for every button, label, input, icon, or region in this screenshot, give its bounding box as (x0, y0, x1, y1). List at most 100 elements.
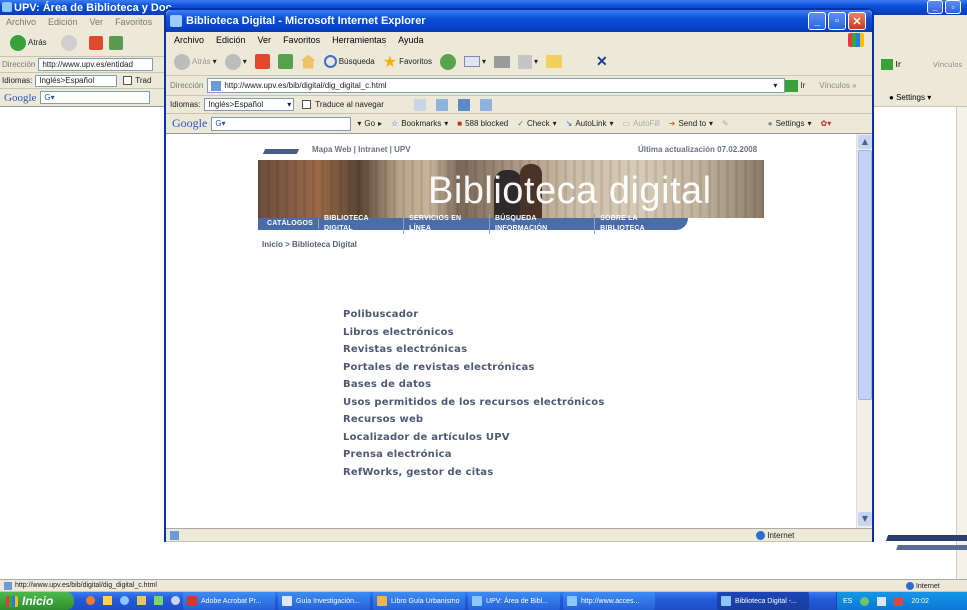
mail-button[interactable]: ▾ (463, 56, 486, 67)
bg-address-input[interactable]: http://www.upv.es/entidad (38, 58, 154, 71)
link-polibuscador[interactable]: Polibuscador (343, 306, 663, 324)
minimize-button[interactable]: _ (808, 12, 826, 30)
nav-servicios-en-linea[interactable]: SERVICIOS EN LÍNEA (404, 214, 490, 234)
menu-edicion[interactable]: Edición (210, 35, 252, 45)
address-input[interactable]: http://www.upv.es/bib/digital/dig_digita… (207, 78, 786, 93)
bg-menu-favoritos[interactable]: Favoritos (109, 17, 158, 27)
task-http-acces[interactable]: http://www.acces... (563, 592, 655, 610)
bg-google-search-input[interactable]: G▾ (40, 91, 151, 104)
folder-button[interactable] (546, 55, 563, 68)
link-refworks[interactable]: RefWorks, gestor de citas (343, 464, 663, 482)
address-dropdown[interactable]: ▾ (773, 81, 777, 90)
nav-busqueda-informacion[interactable]: BÚSQUEDA INFORMACIÓN (490, 214, 596, 234)
task-upv-area[interactable]: UPV: Área de Bibl... (468, 592, 560, 610)
ie-title-bar[interactable]: Biblioteca Digital - Microsoft Internet … (166, 10, 872, 32)
stop-button[interactable] (254, 54, 270, 69)
close-button[interactable]: ✕ (848, 12, 866, 30)
bg-menu-ver[interactable]: Ver (84, 17, 110, 27)
home-button[interactable] (300, 54, 316, 69)
bg-links-label[interactable]: Vínculos (933, 61, 962, 69)
header-links[interactable]: Mapa Web | Intranet | UPV (312, 145, 411, 154)
tray-security-icon[interactable] (894, 596, 904, 606)
bg-refresh-icon[interactable] (108, 35, 123, 50)
google-options-icon[interactable]: ✿▾ (821, 119, 832, 128)
link-localizador-articulos[interactable]: Localizador de artículos UPV (343, 429, 663, 447)
quicklaunch-disk-icon[interactable] (171, 596, 180, 605)
link-bases-de-datos[interactable]: Bases de datos (343, 376, 663, 394)
bookmarks-button[interactable]: ☆ Bookmarks ▾ (391, 119, 448, 128)
favorites-button[interactable]: ★ Favoritos (383, 52, 432, 72)
bg-traduce-checkbox[interactable] (123, 76, 133, 85)
check-button[interactable]: ✓ Check ▾ (517, 119, 556, 128)
translate-tool-icon-4[interactable] (479, 98, 492, 111)
menu-favoritos[interactable]: Favoritos (277, 35, 326, 45)
messenger-icon[interactable]: ✕ (596, 53, 608, 70)
bg-minimize-button[interactable]: _ (927, 0, 943, 14)
links-button[interactable]: Vínculos » (819, 81, 856, 90)
quicklaunch-pen-icon[interactable] (154, 596, 163, 605)
back-button[interactable]: Atrás ▾ (174, 53, 217, 70)
tray-network-icon[interactable] (860, 596, 870, 606)
google-go-button[interactable]: ▾ Go ▸ (357, 119, 382, 128)
menu-archivo[interactable]: Archivo (168, 35, 210, 45)
edit-button[interactable]: ▾ (518, 54, 538, 69)
nav-sobre-la-biblioteca[interactable]: SOBRE LA BIBLIOTECA (595, 214, 688, 234)
link-recursos-web[interactable]: Recursos web (343, 411, 663, 429)
pencil-icon[interactable]: ✎ (722, 119, 729, 128)
nav-catalogos[interactable]: CATÁLOGOS (262, 219, 320, 229)
history-button[interactable] (439, 53, 456, 70)
google-search-input[interactable]: G▾ (211, 116, 352, 131)
quicklaunch-explorer-icon[interactable] (137, 596, 146, 605)
breadcrumb[interactable]: Inicio > Biblioteca Digital (262, 240, 357, 249)
ie-vertical-scrollbar[interactable]: ▲ ▼ (856, 134, 872, 528)
bg-menu-edicion[interactable]: Edición (42, 17, 84, 27)
quicklaunch-media-icon[interactable] (86, 596, 95, 605)
popup-blocked-button[interactable]: ■ 588 blocked (457, 119, 508, 128)
bg-stop-icon[interactable] (88, 35, 103, 50)
link-libros-electronicos[interactable]: Libros electrónicos (343, 324, 663, 342)
menu-ayuda[interactable]: Ayuda (392, 35, 429, 45)
bg-menu-archivo[interactable]: Archivo (0, 17, 42, 27)
google-settings-button[interactable]: ● Settings ▾ (768, 119, 812, 128)
tray-volume-icon[interactable] (877, 596, 887, 606)
search-button[interactable]: Búsqueda (323, 55, 375, 68)
autolink-button[interactable]: ↘ AutoLink ▾ (566, 119, 614, 128)
task-libro-guia[interactable]: Libro Guía Urbanismo (373, 592, 465, 610)
bg-restore-button[interactable]: ▫ (945, 0, 961, 14)
bg-scrollbar[interactable] (956, 107, 967, 579)
scroll-down-arrow-icon[interactable]: ▼ (858, 512, 872, 526)
translate-tool-icon-1[interactable] (413, 98, 426, 111)
scroll-up-arrow-icon[interactable]: ▲ (858, 135, 872, 149)
translate-tool-icon-2[interactable] (435, 98, 448, 111)
menu-ver[interactable]: Ver (252, 35, 278, 45)
scroll-thumb[interactable] (858, 150, 872, 400)
link-prensa-electronica[interactable]: Prensa electrónica (343, 446, 663, 464)
idiomas-select[interactable]: Inglés>Español ▾ (204, 98, 295, 111)
translate-tool-icon-3[interactable] (457, 98, 470, 111)
refresh-button[interactable] (277, 54, 293, 69)
task-guia-investigacion[interactable]: Guía Investigación... (278, 592, 370, 610)
bg-forward-button[interactable] (60, 34, 77, 51)
quicklaunch-help-icon[interactable] (103, 596, 112, 605)
menu-herramientas[interactable]: Herramientas (326, 35, 392, 45)
start-button[interactable]: Inicio (0, 592, 74, 610)
bg-settings-button[interactable]: ● Settings ▾ (889, 93, 931, 102)
task-biblioteca-digital[interactable]: Biblioteca Digital -... (717, 592, 809, 610)
link-revistas-electronicas[interactable]: Revistas electrónicas (343, 341, 663, 359)
task-acrobat[interactable]: Adobe Acrobat Pr... (183, 592, 275, 610)
print-button[interactable] (494, 55, 510, 68)
language-indicator[interactable]: ES (843, 598, 852, 605)
bg-back-button[interactable]: Atrás (10, 34, 47, 51)
link-portales-revistas[interactable]: Portales de revistas electrónicas (343, 359, 663, 377)
nav-biblioteca-digital[interactable]: BIBLIOTECA DIGITAL (319, 214, 405, 234)
bg-idiomas-select[interactable]: Inglés>Español (35, 74, 118, 87)
bg-go-button[interactable]: Ir (881, 59, 901, 70)
traduce-checkbox[interactable] (302, 100, 312, 109)
sendto-button[interactable]: ➜ Send to ▾ (669, 119, 713, 128)
go-button[interactable]: Ir (785, 79, 805, 92)
forward-button[interactable]: ▾ (224, 53, 247, 70)
link-usos-permitidos[interactable]: Usos permitidos de los recursos electrón… (343, 394, 663, 412)
restore-button[interactable]: ▫ (828, 12, 846, 30)
quicklaunch-ie-icon[interactable] (120, 596, 129, 605)
tray-clock[interactable]: 20:02 (911, 598, 929, 605)
